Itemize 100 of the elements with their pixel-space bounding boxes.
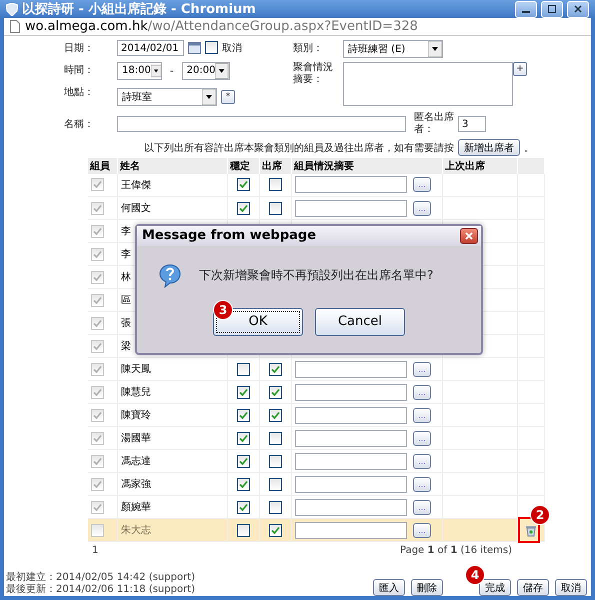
memo-field[interactable]	[295, 430, 407, 446]
fixed-checkbox[interactable]	[237, 500, 250, 514]
action-button[interactable]: 儲存	[517, 579, 549, 596]
member-name: 陳慧兒	[121, 387, 151, 398]
memo-field[interactable]	[295, 384, 407, 400]
fixed-checkbox[interactable]	[237, 386, 250, 398]
more-button[interactable]: ...	[413, 384, 431, 400]
close-icon	[465, 232, 473, 240]
more-button[interactable]: ...	[413, 177, 431, 192]
fixed-checkbox[interactable]	[237, 408, 250, 422]
memo-field[interactable]	[295, 406, 407, 424]
member-checkbox[interactable]	[91, 500, 104, 514]
member-checkbox[interactable]	[91, 386, 104, 398]
more-button[interactable]: ...	[413, 430, 431, 446]
member-checkbox[interactable]	[91, 178, 104, 192]
more-button[interactable]: ...	[413, 454, 431, 468]
member-checkbox[interactable]	[91, 294, 104, 306]
add-attendee-button[interactable]: 新增出席者	[458, 139, 520, 156]
more-button[interactable]: ...	[413, 200, 431, 216]
name-field[interactable]	[117, 116, 406, 132]
calendar-icon[interactable]	[188, 42, 201, 54]
url-path: /wo/AttendanceGroup.aspx?EventID=328	[148, 18, 418, 34]
member-checkbox[interactable]	[91, 248, 104, 260]
present-checkbox[interactable]	[269, 500, 282, 514]
member-checkbox[interactable]	[91, 362, 104, 376]
dialog-button[interactable]: Cancel	[315, 308, 405, 336]
add-summary-button[interactable]: +	[513, 62, 527, 76]
present-checkbox[interactable]	[269, 202, 282, 214]
end-time-select[interactable]: 20:00	[182, 62, 230, 80]
member-checkbox[interactable]	[91, 270, 104, 284]
member-name: 朱大志	[121, 525, 151, 536]
fixed-checkbox[interactable]	[237, 362, 250, 376]
member-checkbox[interactable]	[91, 340, 104, 352]
member-checkbox[interactable]	[91, 432, 104, 444]
fixed-checkbox[interactable]	[237, 178, 250, 192]
member-checkbox[interactable]	[91, 478, 104, 490]
date-field[interactable]: 2014/02/01	[117, 40, 184, 56]
created-label: 最初建立：	[6, 572, 56, 584]
dropdown-icon[interactable]	[202, 88, 216, 104]
member-checkbox[interactable]	[91, 454, 104, 468]
field-label: 匿名出席者：	[414, 112, 454, 136]
present-checkbox[interactable]	[269, 362, 282, 376]
more-button[interactable]: ...	[413, 522, 431, 538]
step-badge: 4	[465, 565, 485, 585]
present-checkbox[interactable]	[269, 454, 282, 468]
memo-field[interactable]	[295, 498, 407, 516]
member-checkbox[interactable]	[91, 224, 104, 238]
action-button[interactable]: 刪除	[411, 579, 443, 596]
minimize-button[interactable]	[515, 0, 537, 18]
memo-field[interactable]	[295, 522, 407, 538]
cancel-checkbox[interactable]	[205, 41, 218, 54]
action-button[interactable]: 取消	[555, 579, 587, 596]
pager-info: Page 1 of 1 (16 items)	[400, 544, 512, 556]
anonymous-field[interactable]: 3	[458, 116, 486, 132]
dialog-message: 下次新增聚會時不再預設列出在出席名單中?	[199, 267, 434, 284]
start-time-select[interactable]: 18:00	[117, 62, 162, 80]
fixed-checkbox[interactable]	[237, 432, 250, 444]
action-button[interactable]: 完成	[479, 579, 511, 596]
member-name: 陳天鳳	[121, 364, 151, 375]
fixed-checkbox[interactable]	[237, 202, 250, 214]
memo-field[interactable]	[295, 452, 407, 470]
field-label: 日期：	[64, 42, 95, 56]
member-checkbox[interactable]	[91, 408, 104, 422]
location-button[interactable]: *	[221, 90, 235, 104]
member-checkbox[interactable]	[91, 524, 104, 536]
more-button[interactable]: ...	[413, 476, 431, 492]
memo-field[interactable]	[295, 200, 407, 216]
present-checkbox[interactable]	[269, 178, 282, 192]
close-button[interactable]	[460, 228, 478, 244]
member-name: 張	[121, 318, 131, 329]
memo-field[interactable]	[295, 360, 407, 378]
memo-field[interactable]	[295, 476, 407, 492]
question-icon	[159, 264, 181, 288]
column-header: 姓名	[118, 158, 228, 174]
summary-textarea[interactable]	[343, 62, 513, 106]
memo-field[interactable]	[295, 176, 407, 194]
member-name: 區	[121, 295, 131, 306]
location-select[interactable]: 詩班室	[117, 88, 217, 106]
more-button[interactable]: ...	[413, 362, 431, 376]
present-checkbox[interactable]	[269, 432, 282, 444]
present-checkbox[interactable]	[269, 408, 282, 422]
dropdown-icon[interactable]	[215, 62, 229, 78]
present-checkbox[interactable]	[269, 524, 282, 536]
action-button[interactable]: 匯入	[373, 579, 405, 596]
fixed-checkbox[interactable]	[237, 454, 250, 468]
dropdown-icon[interactable]	[150, 62, 161, 78]
fixed-checkbox[interactable]	[237, 524, 250, 536]
field-label: 地點：	[64, 86, 95, 100]
present-checkbox[interactable]	[269, 386, 282, 398]
more-button[interactable]: ...	[413, 408, 431, 422]
updated-label: 最後更新：	[6, 584, 56, 596]
dropdown-icon[interactable]	[428, 40, 442, 56]
trash-icon[interactable]	[525, 524, 537, 536]
present-checkbox[interactable]	[269, 478, 282, 490]
type-select[interactable]: 詩班練習 (E)	[343, 40, 443, 58]
more-button[interactable]: ...	[413, 500, 431, 514]
member-checkbox[interactable]	[91, 202, 104, 214]
member-checkbox[interactable]	[91, 316, 104, 330]
fixed-checkbox[interactable]	[237, 478, 250, 490]
maximize-button[interactable]	[541, 0, 563, 18]
